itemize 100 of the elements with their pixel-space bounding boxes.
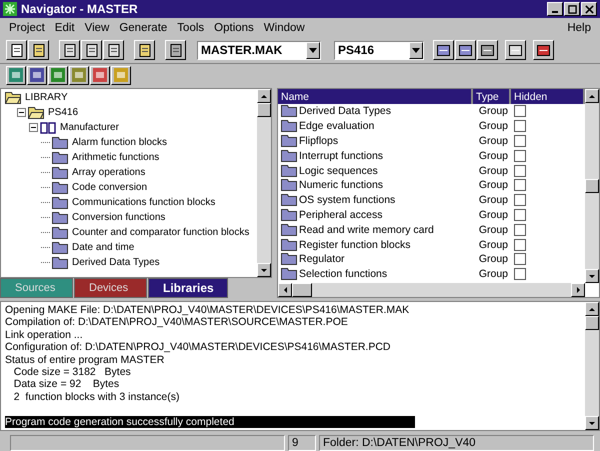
scroll-down-icon [589, 274, 595, 278]
tree-item[interactable]: Communications function blocks [70, 197, 216, 208]
tree-item[interactable]: Conversion functions [70, 212, 166, 223]
properties-button[interactable] [505, 40, 526, 60]
folder-add-button[interactable] [134, 40, 155, 60]
refresh-button[interactable] [6, 66, 26, 84]
tree-item[interactable]: Derived Data Types [70, 257, 160, 268]
table-cell[interactable]: Logic sequences [299, 164, 378, 177]
folder-icon [281, 224, 297, 236]
scroll-thumb[interactable] [585, 179, 599, 193]
new-file-button[interactable] [6, 40, 27, 60]
scroll-thumb[interactable] [257, 103, 271, 117]
minimize-button[interactable] [547, 2, 563, 16]
folder-icon [281, 150, 297, 162]
collapse-icon[interactable] [17, 108, 26, 117]
menu-item[interactable]: Project [4, 22, 50, 34]
folder-icon [281, 179, 297, 192]
download-button[interactable] [433, 40, 454, 60]
scrollbar[interactable] [585, 302, 599, 430]
key-button[interactable] [111, 66, 131, 84]
tree-item[interactable]: Code conversion [70, 182, 148, 193]
column-header[interactable]: Type [473, 89, 511, 104]
table-cell[interactable]: Interrupt functions [299, 150, 384, 162]
checkbox[interactable] [514, 194, 526, 206]
horizontal-scrollbar[interactable] [278, 283, 585, 297]
tab[interactable]: Libraries [148, 278, 228, 298]
log-line: Code size = 3182 Bytes [12, 366, 131, 378]
table-cell-text: Group [478, 134, 509, 147]
tools-button[interactable] [533, 40, 554, 60]
log-line: Status of entire program MASTER [5, 354, 164, 366]
close-button[interactable] [581, 2, 597, 16]
table-cell[interactable]: Peripheral access [299, 208, 382, 221]
menu-item[interactable]: Tools [172, 22, 210, 34]
table-cell[interactable]: Flipflops [299, 134, 338, 147]
scrollbar[interactable] [585, 89, 599, 283]
checkbox[interactable] [514, 253, 526, 266]
tree-item[interactable]: Date and time [70, 242, 134, 253]
tab[interactable]: Devices [74, 278, 147, 298]
tree-item[interactable]: Alarm function blocks [70, 137, 168, 148]
maximize-icon [568, 4, 576, 14]
menu-item[interactable]: Window [258, 22, 310, 34]
upload-button[interactable] [455, 40, 476, 60]
folder-icon [52, 212, 68, 224]
tree-item[interactable]: LIBRARY [23, 92, 68, 103]
tree-item[interactable]: Arithmetic functions [70, 152, 160, 163]
folder-icon [52, 136, 68, 148]
log-line: Compilation of: D:\DATEN\PROJ_V40\MASTER\SOURCE\MASTER.POE [5, 316, 348, 328]
scroll-thumb[interactable] [292, 283, 312, 297]
tree-item[interactable]: PS416 [46, 107, 78, 118]
table-cell[interactable]: Derived Data Types [299, 105, 392, 118]
board-button[interactable] [48, 66, 68, 84]
folder-icon [281, 194, 297, 206]
scroll-up-icon [589, 308, 595, 310]
menu-item[interactable]: Options [209, 22, 259, 34]
folder-icon [281, 120, 297, 132]
tree-item[interactable]: Array operations [70, 167, 146, 178]
table-cell-text: Group [478, 208, 509, 221]
device-dropdown[interactable]: PS416 [334, 40, 424, 60]
menu-item[interactable]: Edit [50, 22, 80, 34]
checkbox[interactable] [514, 134, 526, 147]
menu-item[interactable]: Generate [114, 22, 172, 34]
checkbox[interactable] [514, 208, 526, 221]
table-cell[interactable]: OS system functions [299, 194, 396, 206]
copy-button[interactable] [59, 40, 80, 60]
checkbox[interactable] [514, 224, 526, 236]
export-button[interactable] [103, 40, 124, 60]
menu-item[interactable]: Help [562, 22, 596, 34]
checkbox[interactable] [514, 150, 526, 162]
checkbox[interactable] [514, 268, 526, 280]
checkbox[interactable] [514, 238, 526, 251]
tree-item[interactable]: Manufacturer [58, 122, 119, 133]
maximize-button[interactable] [564, 2, 580, 16]
make-file-dropdown[interactable]: MASTER.MAK [197, 40, 321, 60]
table-cell-text: Group [478, 194, 509, 206]
import-button[interactable] [81, 40, 102, 60]
checkbox[interactable] [514, 105, 526, 118]
palette-button[interactable] [90, 66, 110, 84]
open-folder-button[interactable] [28, 40, 49, 60]
printer-button[interactable] [165, 40, 186, 60]
book-icon [40, 122, 56, 134]
scroll-down-icon [261, 268, 267, 272]
scroll-up-icon [261, 94, 267, 98]
checkbox[interactable] [514, 120, 526, 132]
scrollbar[interactable] [257, 89, 271, 277]
table-cell[interactable]: Read and write memory card [299, 224, 434, 236]
stop-button[interactable] [477, 40, 498, 60]
table-cell[interactable]: Numeric functions [299, 179, 384, 192]
menu-item[interactable]: View [80, 22, 114, 34]
collapse-icon[interactable] [29, 123, 38, 132]
checkbox[interactable] [514, 164, 526, 177]
checkbox[interactable] [514, 179, 526, 192]
table-cell[interactable]: Register function blocks [299, 238, 410, 251]
table-cell[interactable]: Regulator [299, 253, 345, 266]
tree-item[interactable]: Counter and comparator function blocks [70, 227, 250, 238]
module-button[interactable] [69, 66, 89, 84]
folder-icon [52, 226, 68, 238]
scroll-thumb[interactable] [585, 316, 599, 330]
table-cell[interactable]: Selection functions [299, 268, 388, 280]
table-cell[interactable]: Edge evaluation [299, 120, 374, 132]
network-button[interactable] [27, 66, 47, 84]
